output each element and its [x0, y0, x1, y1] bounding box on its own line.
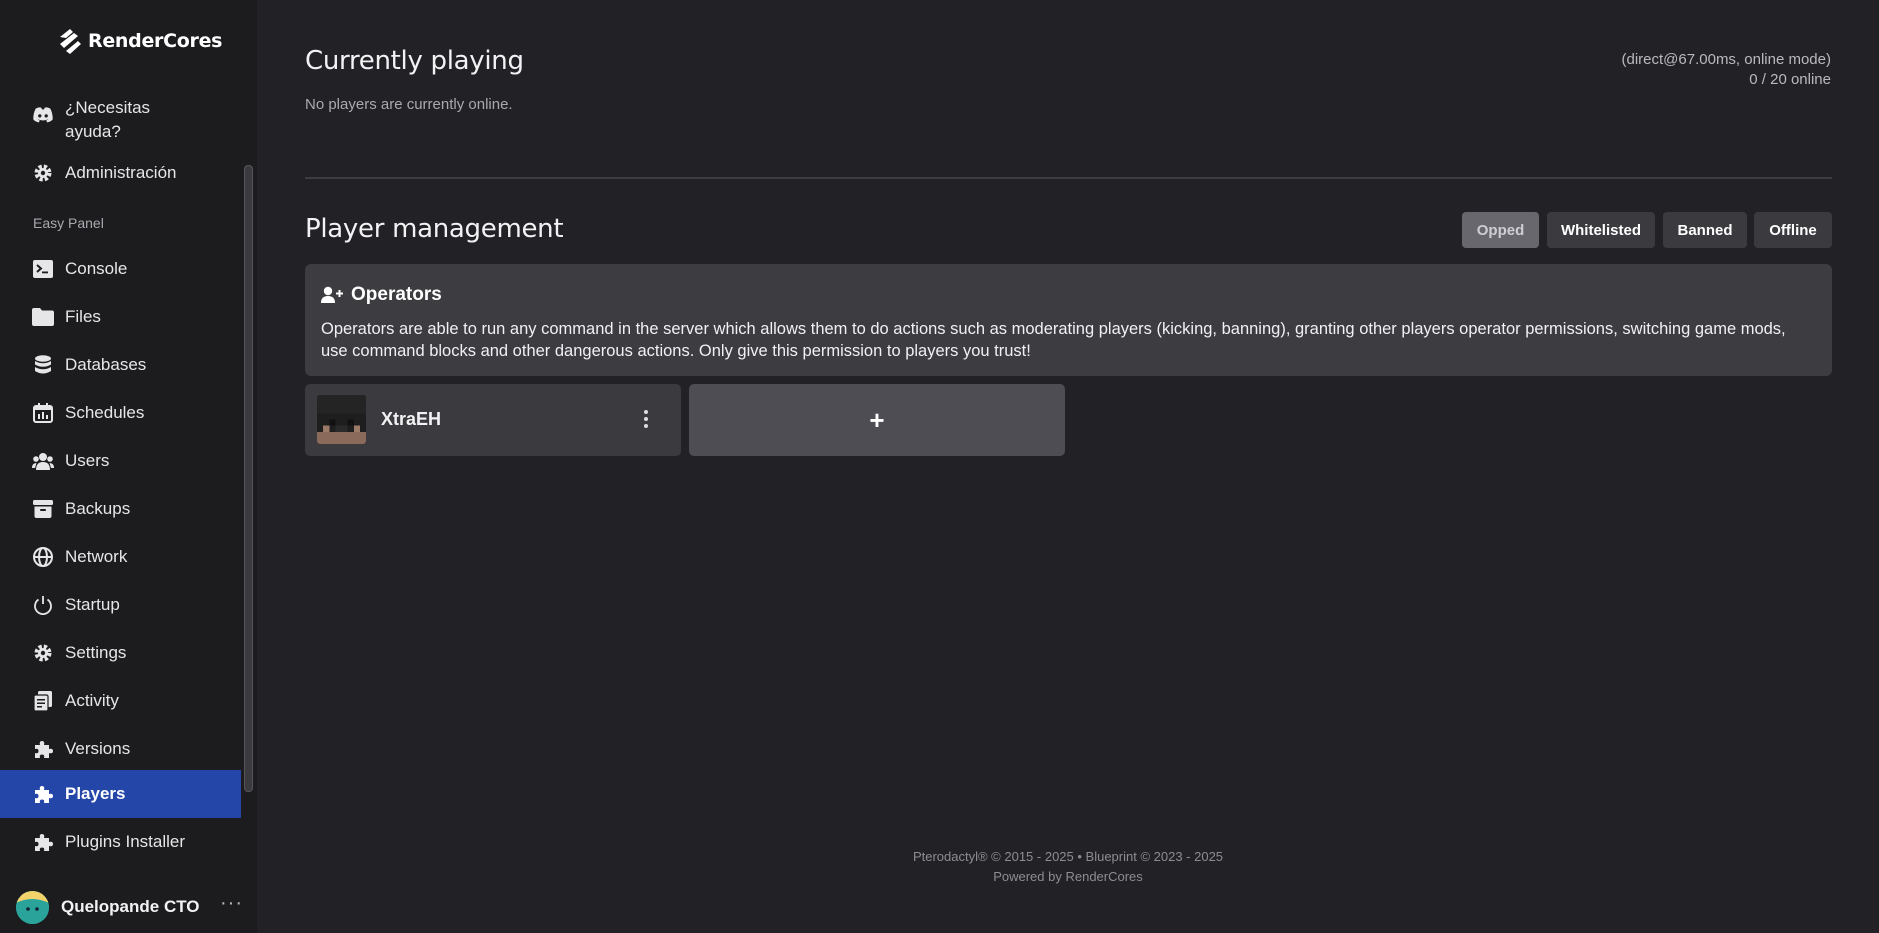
sidebar-item-administracion[interactable]: Administración — [0, 152, 241, 194]
footer-copyright: Pterodactyl® © 2015 - 2025 • Blueprint ©… — [912, 849, 1224, 864]
user-plus-icon — [321, 286, 343, 303]
online-count: 0 / 20 online — [1749, 71, 1831, 88]
operators-title: Operators — [351, 284, 442, 305]
connection-info: (direct@67.00ms, online mode) — [1621, 51, 1832, 68]
currently-playing-title: Currently playing — [305, 46, 524, 76]
sidebar-nav: ¿Necesitas ayuda? Administración Easy Pa… — [0, 86, 241, 881]
sidebar-item-users[interactable]: Users — [0, 437, 241, 485]
sidebar-item-backups[interactable]: Backups — [0, 485, 241, 533]
clipboard-icon — [32, 690, 54, 712]
sidebar-item-label: Console — [65, 259, 128, 278]
sidebar-item-label: Users — [65, 451, 110, 470]
filter-banned-button[interactable]: Banned — [1663, 212, 1747, 248]
brand-logo[interactable]: RenderCores — [56, 24, 222, 58]
sidebar-item-settings[interactable]: Settings — [0, 629, 241, 677]
operators-heading: Operators — [321, 284, 442, 306]
sidebar-item-startup[interactable]: Startup — [0, 581, 241, 629]
no-players-text: No players are currently online. — [305, 96, 513, 113]
calendar-icon — [32, 402, 54, 424]
sidebar-item-databases[interactable]: Databases — [0, 341, 241, 389]
discord-icon — [32, 104, 54, 126]
sidebar-item-label: Databases — [65, 355, 147, 374]
avatar — [16, 891, 49, 924]
sidebar-scrollbar[interactable] — [244, 165, 253, 792]
user-name: Quelopande CTO — [61, 897, 200, 916]
sidebar-item-help[interactable]: ¿Necesitas ayuda? — [0, 90, 241, 148]
sidebar-item-label: Files — [65, 307, 101, 326]
operators-info-card: Operators Operators are able to run any … — [305, 264, 1832, 376]
sidebar-item-label: Settings — [65, 643, 127, 662]
footer-powered-by: Powered by RenderCores — [993, 869, 1143, 884]
sidebar-item-label: Startup — [65, 595, 120, 614]
operators-description: Operators are able to run any command in… — [321, 320, 1786, 360]
gear-icon — [32, 162, 54, 184]
gear-icon — [32, 642, 54, 664]
sidebar-item-console[interactable]: Console — [0, 245, 241, 293]
sidebar-item-players[interactable]: Players — [0, 770, 241, 818]
terminal-icon — [32, 258, 54, 280]
puzzle-icon — [32, 783, 54, 805]
player-management-title: Player management — [305, 214, 564, 244]
filter-opped-button[interactable]: Opped — [1462, 212, 1539, 248]
users-icon — [32, 450, 54, 472]
player-card[interactable]: XtraEH — [305, 384, 681, 456]
user-menu[interactable]: Quelopande CTO ··· — [0, 884, 257, 933]
sidebar-item-label: Backups — [65, 499, 131, 518]
sidebar-item-label: Plugins Installer — [65, 832, 186, 851]
sidebar-item-versions[interactable]: Versions — [0, 725, 241, 773]
sidebar-item-label: Administración — [65, 163, 177, 182]
sidebar-item-label: Versions — [65, 739, 131, 758]
sidebar: RenderCores ¿Necesitas ayuda? Administra… — [0, 0, 257, 933]
sidebar-item-network[interactable]: Network — [0, 533, 241, 581]
add-player-button[interactable]: + — [689, 384, 1065, 456]
sidebar-item-label: Network — [65, 547, 128, 566]
more-options-icon[interactable]: ··· — [220, 892, 243, 915]
database-icon — [32, 354, 54, 376]
kebab-menu-icon[interactable] — [641, 407, 651, 433]
renders-logo-icon — [60, 29, 81, 54]
sidebar-item-label: Activity — [65, 691, 119, 710]
server-status: (direct@67.00ms, online mode) 0 / 20 onl… — [1622, 50, 1832, 90]
power-icon — [32, 594, 54, 616]
main-content: Currently playing No players are current… — [257, 0, 1879, 933]
sidebar-item-label: Players — [65, 784, 126, 803]
globe-icon — [32, 546, 54, 568]
sidebar-item-label: Schedules — [65, 403, 145, 422]
sidebar-item-files[interactable]: Files — [0, 293, 241, 341]
folder-icon — [32, 306, 54, 328]
sidebar-item-plugins-installer[interactable]: Plugins Installer — [0, 818, 241, 866]
sidebar-item-schedules[interactable]: Schedules — [0, 389, 241, 437]
puzzle-icon — [32, 831, 54, 853]
puzzle-icon — [32, 738, 54, 760]
section-divider — [305, 177, 1832, 179]
filter-whitelisted-button[interactable]: Whitelisted — [1547, 212, 1655, 248]
filter-offline-button[interactable]: Offline — [1754, 212, 1832, 248]
brand-name: RenderCores — [88, 30, 223, 52]
sidebar-item-label: ¿Necesitas ayuda? — [65, 98, 151, 141]
player-name: XtraEH — [381, 409, 442, 429]
sidebar-item-activity[interactable]: Activity — [0, 677, 241, 725]
section-label: Easy Panel — [33, 215, 104, 231]
player-skin-avatar — [317, 395, 366, 444]
archive-icon — [32, 498, 54, 520]
